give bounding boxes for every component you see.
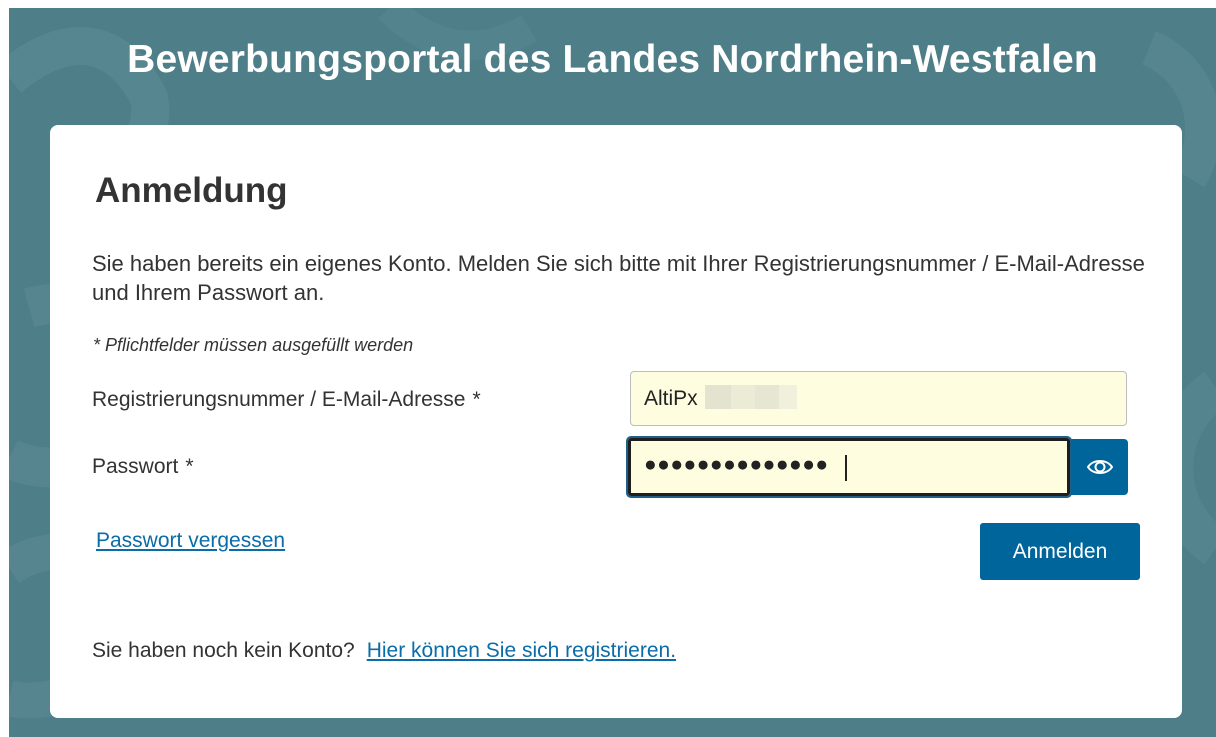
- redacted-text: [705, 385, 731, 409]
- password-label: Passwort *: [92, 455, 194, 479]
- redacted-text: [755, 385, 779, 409]
- forgot-password-link[interactable]: Passwort vergessen: [96, 529, 285, 553]
- login-button[interactable]: Anmelden: [980, 523, 1140, 580]
- required-fields-note: * Pflichtfelder müssen ausgefüllt werden: [93, 335, 414, 355]
- login-heading: Anmeldung: [95, 171, 288, 210]
- required-marker: *: [472, 388, 481, 411]
- password-masked-value: ●●●●●●●●●●●●●●: [644, 453, 829, 476]
- username-input[interactable]: AltiPx: [630, 371, 1127, 426]
- page-background: Bewerbungsportal des Landes Nordrhein-We…: [9, 8, 1216, 737]
- password-input[interactable]: ●●●●●●●●●●●●●●: [626, 436, 1072, 498]
- required-marker: *: [185, 455, 194, 478]
- text-cursor: [845, 455, 847, 481]
- eye-icon: [1086, 460, 1113, 474]
- login-card: Anmeldung Sie haben bereits ein eigenes …: [50, 125, 1182, 718]
- login-intro-text: Sie haben bereits ein eigenes Konto. Mel…: [92, 251, 1145, 305]
- show-password-button[interactable]: [1071, 439, 1128, 495]
- username-value: AltiPx: [644, 387, 698, 410]
- register-link[interactable]: Hier können Sie sich registrieren.: [367, 639, 676, 662]
- redacted-text: [731, 385, 755, 409]
- username-label-text: Registrierungsnummer / E-Mail-Adresse: [92, 388, 466, 411]
- redacted-text: [779, 385, 797, 409]
- register-prompt: Sie haben noch kein Konto? Hier können Si…: [92, 639, 676, 663]
- no-account-text: Sie haben noch kein Konto?: [92, 639, 355, 662]
- password-label-text: Passwort: [92, 455, 179, 478]
- portal-title: Bewerbungsportal des Landes Nordrhein-We…: [127, 38, 1098, 81]
- username-label: Registrierungsnummer / E-Mail-Adresse *: [92, 388, 481, 412]
